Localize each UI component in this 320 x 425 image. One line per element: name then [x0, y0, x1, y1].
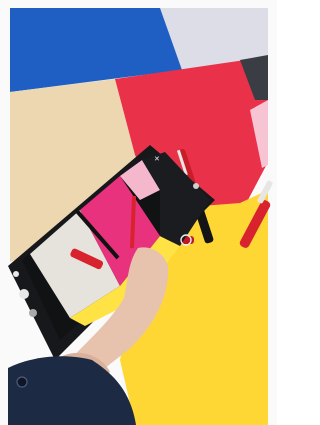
gallery-thumbnail-icon [29, 309, 37, 317]
switch-camera-icon [13, 271, 19, 277]
photo-scene: ✕ [0, 0, 277, 425]
photo-frame: ✕ [0, 0, 277, 425]
camera-capture-icon [19, 289, 29, 299]
close-icon: ✕ [154, 155, 160, 163]
settings-gear-icon [193, 183, 199, 189]
screen-pen-2 [130, 195, 136, 249]
sleeve-button [16, 376, 28, 388]
